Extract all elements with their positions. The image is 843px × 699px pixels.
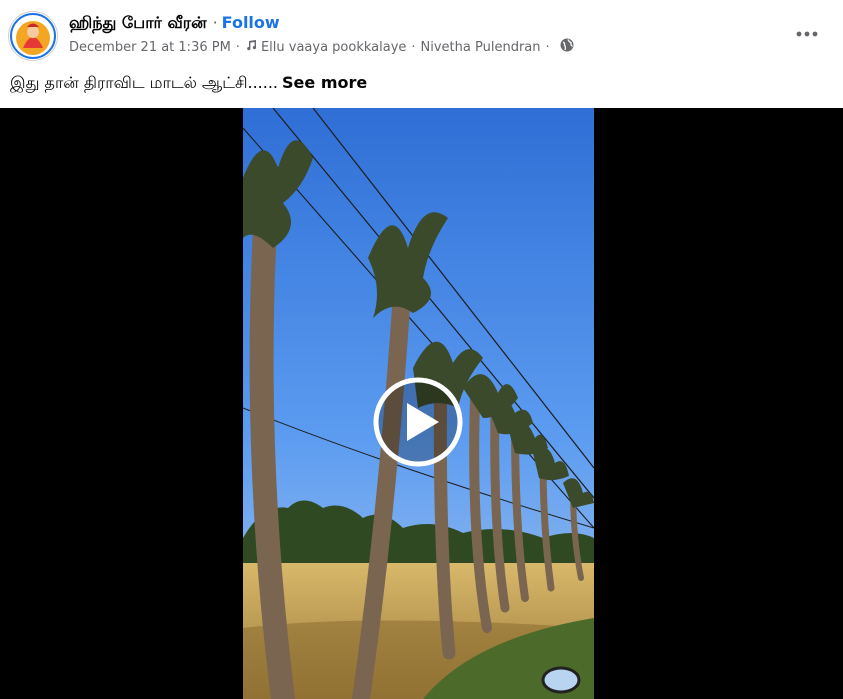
timestamp[interactable]: December 21 at 1:36 PM [69, 40, 231, 55]
music-note-icon [245, 39, 257, 55]
more-horizontal-icon [796, 31, 818, 37]
separator-dot: · [235, 39, 240, 55]
music-title[interactable]: Ellu vaaya pookkalaye [261, 40, 406, 55]
post-caption: இது தான் திராவிட மாடல் ஆட்சி...... See mo… [10, 73, 367, 94]
play-icon [373, 377, 463, 467]
globe-icon [560, 38, 574, 56]
video-player[interactable] [0, 108, 843, 699]
post-meta: December 21 at 1:36 PM · Ellu vaaya pook… [69, 38, 574, 56]
separator-dot: · [212, 13, 218, 32]
separator-dot: · [545, 39, 550, 55]
more-options-button[interactable] [791, 18, 823, 50]
author-name[interactable]: ஹிந்து போர் வீரன் [69, 13, 207, 32]
post-header: ஹிந்து போர் வீரன் · Follow December 21 at … [0, 0, 843, 108]
follow-button[interactable]: Follow [222, 13, 280, 32]
avatar[interactable] [9, 12, 57, 60]
see-more-link[interactable]: See more [282, 73, 367, 92]
separator-dot: · [411, 39, 416, 55]
author-row: ஹிந்து போர் வீரன் · Follow [69, 13, 280, 34]
caption-text: இது தான் திராவிட மாடல் ஆட்சி...... [10, 73, 279, 92]
play-button[interactable] [373, 377, 463, 467]
music-artist[interactable]: Nivetha Pulendran [421, 40, 541, 55]
